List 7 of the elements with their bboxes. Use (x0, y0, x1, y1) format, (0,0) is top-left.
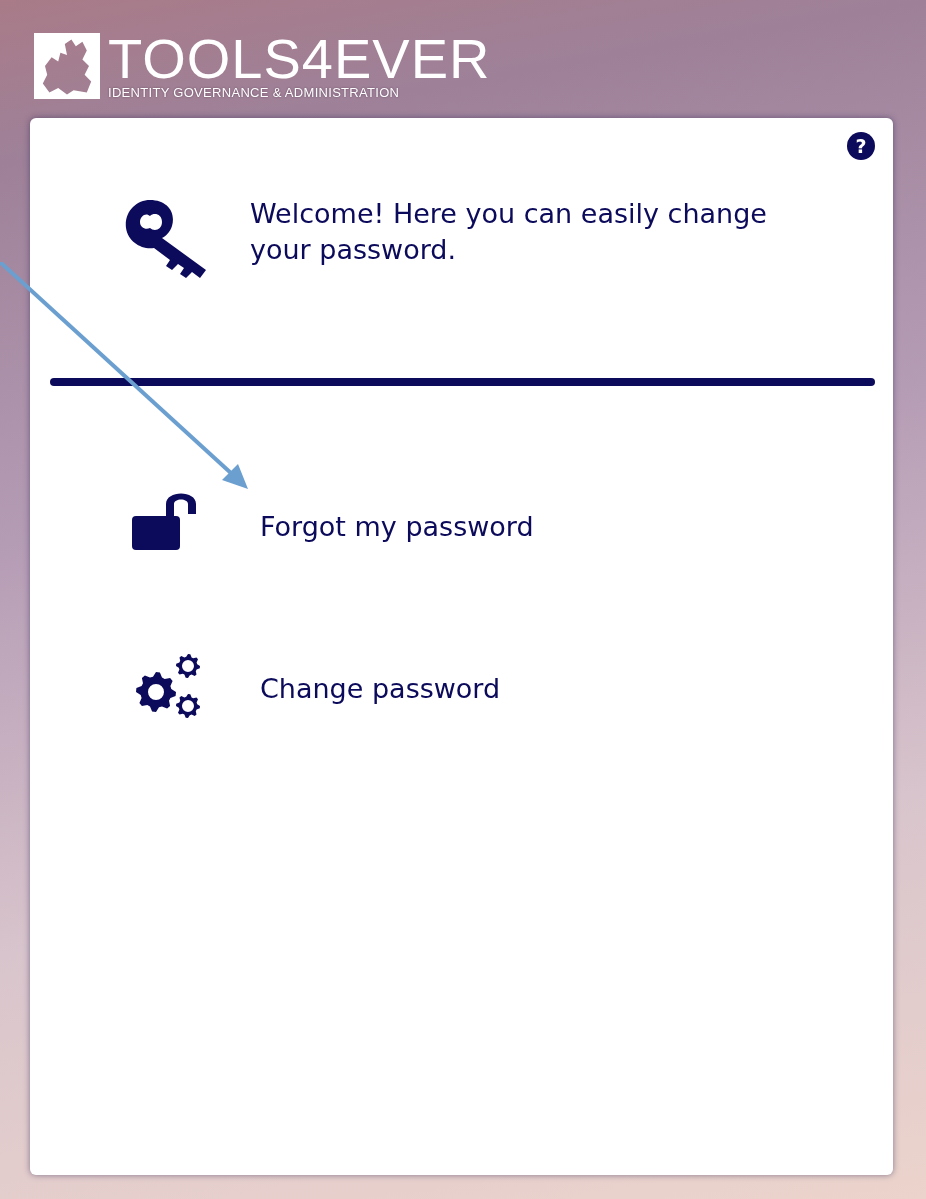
puzzle-logo-icon (34, 33, 100, 99)
menu-link[interactable]: Forgot my password (260, 510, 534, 542)
brand-name: TOOLS4EVER (108, 32, 491, 85)
brand-tagline: IDENTITY GOVERNANCE & ADMINISTRATION (108, 84, 401, 100)
welcome-message: Welcome! Here you can easily change your password. (250, 197, 768, 267)
menu-link[interactable]: Change password (260, 672, 501, 704)
help-button[interactable]: ? (847, 132, 875, 160)
